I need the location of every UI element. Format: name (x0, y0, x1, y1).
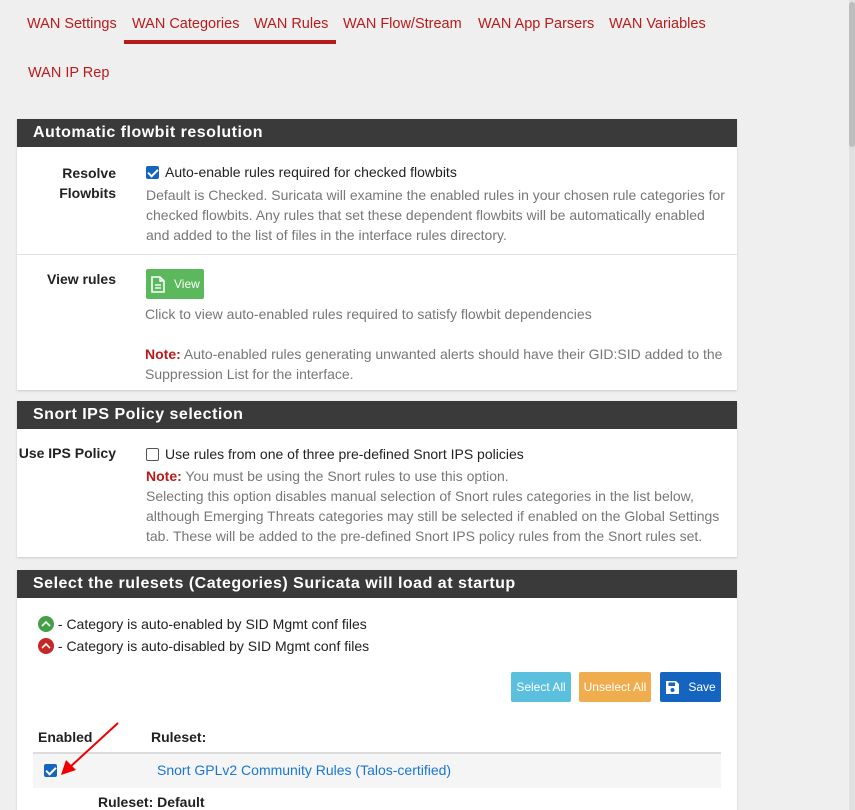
resolve-checkbox-label: Auto-enable rules required for checked f… (165, 164, 457, 180)
use-ips-policy-checkbox[interactable] (146, 448, 159, 461)
rulesets-panel: Select the rulesets (Categories) Suricat… (17, 570, 737, 810)
view-note-1: Auto-enabled rules generating unwanted a… (180, 346, 723, 362)
legend-disabled: - Category is auto-disabled by SID Mgmt … (38, 636, 369, 656)
ips-help-3: tab. These will be added to the pre-defi… (146, 528, 703, 544)
view-rules-help: Click to view auto-enabled rules require… (145, 306, 592, 322)
ips-help-2: although Emerging Threats categories may… (146, 508, 720, 524)
table-row: Snort GPLv2 Community Rules (Talos-certi… (33, 754, 721, 788)
auto-enabled-icon (38, 616, 54, 632)
file-text-icon (151, 275, 165, 293)
view-note-2: Suppression List for the interface. (145, 366, 354, 382)
col-ruleset-header: Ruleset: (151, 729, 207, 745)
save-button-label: Save (688, 680, 716, 694)
use-ips-policy-field: Use rules from one of three pre-defined … (146, 444, 725, 546)
resolve-help-2: checked flowbits. Any rules that set the… (146, 207, 705, 223)
resolve-flowbits-field: Auto-enable rules required for checked f… (146, 162, 725, 245)
ips-checkbox-line: Use rules from one of three pre-defined … (146, 444, 725, 464)
ips-help: Note: You must be using the Snort rules … (146, 466, 725, 546)
tab-wan-variables[interactable]: WAN Variables (609, 16, 706, 32)
ips-note-prefix: Note: (146, 468, 182, 484)
resolve-flowbits-label: Resolve Flowbits (17, 163, 116, 203)
tab-wan-ip-rep[interactable]: WAN IP Rep (28, 65, 109, 81)
rulesets-panel-title: Select the rulesets (Categories) Suricat… (17, 570, 737, 598)
ruleset-default-label: Ruleset: Default (98, 794, 205, 810)
view-button-label: View (174, 277, 200, 291)
ips-checkbox-label: Use rules from one of three pre-defined … (165, 446, 524, 462)
ips-note-text: You must be using the Snort rules to use… (181, 468, 509, 484)
ips-policy-panel: Snort IPS Policy selection Use IPS Polic… (17, 401, 737, 557)
view-rules-note: Note: Auto-enabled rules generating unwa… (145, 344, 725, 384)
auto-disabled-icon (38, 638, 54, 654)
view-note-prefix: Note: (145, 346, 181, 362)
tab-wan-categories[interactable]: WAN Categories (123, 16, 248, 44)
resolve-label-line-1: Resolve (62, 165, 116, 181)
tab-wan-app-parsers[interactable]: WAN App Parsers (478, 16, 594, 32)
flowbit-panel: Automatic flowbit resolution Resolve Flo… (17, 119, 737, 390)
use-ips-policy-row: Use IPS Policy Use rules from one of thr… (17, 429, 737, 557)
flowbit-panel-title: Automatic flowbit resolution (17, 119, 737, 147)
tab-wan-flow-stream[interactable]: WAN Flow/Stream (343, 16, 462, 32)
select-all-button[interactable]: Select All (511, 672, 571, 702)
resolve-flowbits-help: Default is Checked. Suricata will examin… (146, 185, 725, 245)
save-button[interactable]: Save (660, 672, 721, 702)
legend-disabled-text: - Category is auto-disabled by SID Mgmt … (54, 638, 370, 654)
tab-wan-rules[interactable]: WAN Rules (245, 16, 337, 44)
resolve-label-line-2: Flowbits (59, 185, 116, 201)
ruleset-link[interactable]: Snort GPLv2 Community Rules (Talos-certi… (157, 762, 451, 778)
resolve-checkbox-line: Auto-enable rules required for checked f… (146, 162, 725, 182)
unselect-all-button[interactable]: Unselect All (579, 672, 651, 702)
use-ips-policy-label: Use IPS Policy (18, 445, 116, 461)
legend-enabled-text: - Category is auto-enabled by SID Mgmt c… (54, 616, 367, 632)
resolve-flowbits-row: Resolve Flowbits Auto-enable rules requi… (17, 147, 737, 255)
resolve-help-1: Default is Checked. Suricata will examin… (146, 187, 725, 203)
resolve-flowbits-checkbox[interactable] (146, 166, 159, 179)
legend-enabled: - Category is auto-enabled by SID Mgmt c… (38, 614, 367, 634)
tab-wan-settings[interactable]: WAN Settings (27, 16, 117, 32)
resolve-help-3: and added to the list of files in the in… (146, 227, 507, 243)
ips-panel-title: Snort IPS Policy selection (17, 401, 737, 429)
annotation-arrow-icon (61, 722, 119, 775)
scrollbar-thumb[interactable] (849, 2, 855, 147)
view-rules-button[interactable]: View (146, 269, 204, 299)
view-rules-row: View rules View Click to view auto-enabl… (17, 255, 737, 390)
save-icon (666, 680, 680, 694)
view-rules-label: View rules (46, 271, 116, 287)
ips-help-1: Selecting this option disables manual se… (146, 488, 694, 504)
